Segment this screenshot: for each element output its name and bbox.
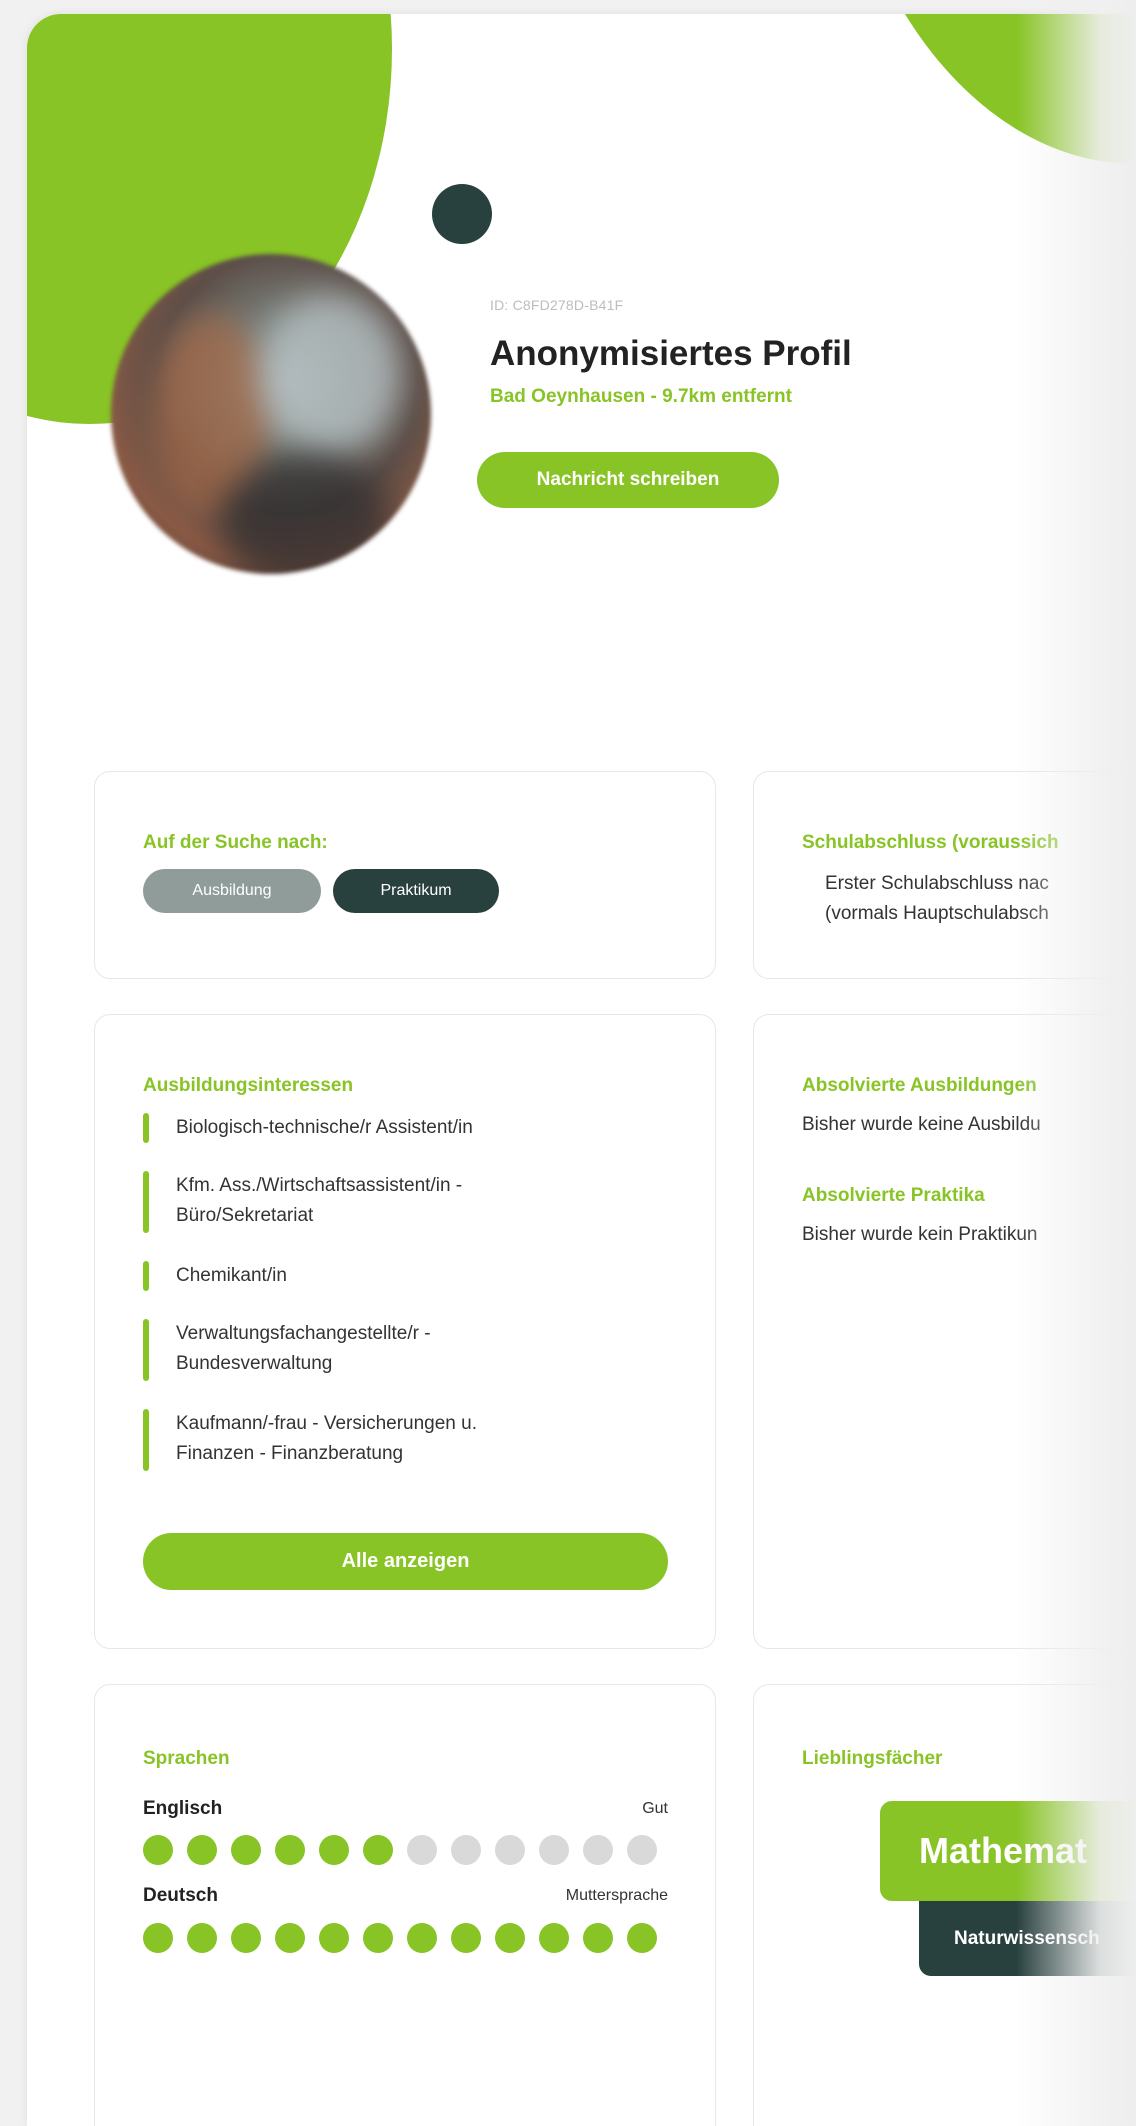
- tag-praktikum: Praktikum: [333, 869, 499, 913]
- write-message-button[interactable]: Nachricht schreiben: [477, 452, 779, 508]
- interest-item: Verwaltungsfachangestellte/r - Bundesver…: [143, 1319, 643, 1381]
- rating-dot-filled: [143, 1923, 173, 1953]
- rating-dot-empty: [539, 1835, 569, 1865]
- rating-dot-filled: [143, 1835, 173, 1865]
- favorite-subject-secondary: Naturwissensch: [919, 1901, 1136, 1976]
- language-name: Englisch: [143, 1798, 223, 1819]
- language-rating: [143, 1835, 657, 1865]
- completed-training-text: Bisher wurde keine Ausbildu: [802, 1114, 1041, 1135]
- languages-card: Sprachen Englisch Gut Deutsch Mutterspra…: [94, 1684, 716, 2126]
- favorite-subject-primary: Mathemat: [880, 1801, 1136, 1901]
- profile-page: ID: C8FD278D-B41F Anonymisiertes Profil …: [27, 14, 1136, 2126]
- rating-dot-filled: [319, 1835, 349, 1865]
- school-line-2: (vormals Hauptschulabsch: [825, 903, 1049, 924]
- search-card: Auf der Suche nach: Ausbildung Praktikum: [94, 771, 716, 979]
- rating-dot-filled: [231, 1923, 261, 1953]
- rating-dot-filled: [627, 1923, 657, 1953]
- rating-dot-filled: [451, 1923, 481, 1953]
- rating-dot-filled: [407, 1923, 437, 1953]
- language-rating: [143, 1923, 657, 1953]
- school-title: Schulabschluss (voraussich: [802, 832, 1059, 853]
- rating-dot-empty: [495, 1835, 525, 1865]
- completed-internship-text: Bisher wurde kein Praktikun: [802, 1224, 1038, 1245]
- interest-item: Biologisch-technische/r Assistent/in: [143, 1113, 643, 1143]
- search-title: Auf der Suche nach:: [143, 832, 328, 853]
- interest-item: Kfm. Ass./Wirtschaftsassistent/in - Büro…: [143, 1171, 643, 1233]
- school-line-1: Erster Schulabschluss nac: [825, 873, 1049, 894]
- profile-id: ID: C8FD278D-B41F: [490, 297, 624, 313]
- avatar: [111, 254, 431, 574]
- rating-dot-filled: [231, 1835, 261, 1865]
- interests-card: Ausbildungsinteressen Biologisch-technis…: [94, 1014, 716, 1649]
- rating-dot-empty: [627, 1835, 657, 1865]
- rating-dot-filled: [363, 1923, 393, 1953]
- favorites-title: Lieblingsfächer: [802, 1748, 943, 1769]
- rating-dot-filled: [187, 1923, 217, 1953]
- rating-dot-empty: [407, 1835, 437, 1865]
- languages-title: Sprachen: [143, 1748, 230, 1769]
- profile-name: Anonymisiertes Profil: [490, 334, 852, 373]
- completed-card: Absolvierte Ausbildungen Bisher wurde ke…: [753, 1014, 1136, 1649]
- rating-dot-filled: [539, 1923, 569, 1953]
- decorative-dot: [432, 184, 492, 244]
- language-name: Deutsch: [143, 1885, 218, 1906]
- rating-dot-filled: [319, 1923, 349, 1953]
- rating-dot-filled: [363, 1835, 393, 1865]
- rating-dot-empty: [583, 1835, 613, 1865]
- interest-item: Kaufmann/-frau - Versicherungen u. Finan…: [143, 1409, 643, 1471]
- decorative-blob-right: [826, 14, 1136, 164]
- rating-dot-empty: [451, 1835, 481, 1865]
- profile-location: Bad Oeynhausen - 9.7km entfernt: [490, 386, 792, 407]
- rating-dot-filled: [187, 1835, 217, 1865]
- completed-internship-title: Absolvierte Praktika: [802, 1185, 985, 1206]
- rating-dot-filled: [275, 1835, 305, 1865]
- completed-training-title: Absolvierte Ausbildungen: [802, 1075, 1037, 1096]
- rating-dot-filled: [495, 1923, 525, 1953]
- language-level: Gut: [642, 1800, 668, 1817]
- language-level: Muttersprache: [565, 1887, 668, 1904]
- rating-dot-filled: [583, 1923, 613, 1953]
- show-all-button[interactable]: Alle anzeigen: [143, 1533, 668, 1590]
- school-card: Schulabschluss (voraussich Erster Schula…: [753, 771, 1136, 979]
- interest-item: Chemikant/in: [143, 1261, 643, 1291]
- interests-title: Ausbildungsinteressen: [143, 1075, 354, 1096]
- tag-ausbildung: Ausbildung: [143, 869, 321, 913]
- rating-dot-filled: [275, 1923, 305, 1953]
